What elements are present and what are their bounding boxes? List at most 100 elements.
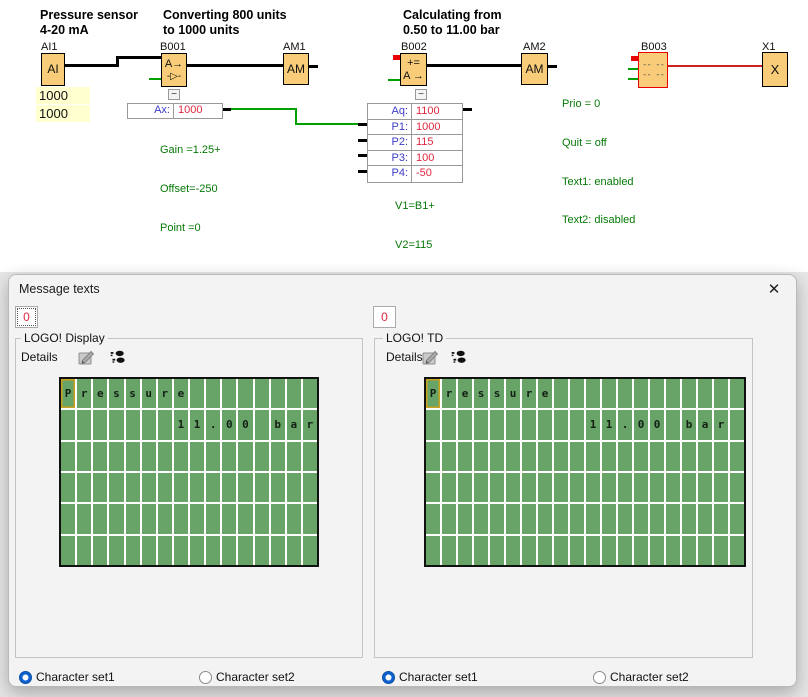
wire-b001-b002-analog[interactable]: [297, 123, 358, 125]
lcd-cell[interactable]: r: [303, 410, 317, 439]
param-value[interactable]: 1100: [412, 104, 462, 119]
lcd-cell[interactable]: .: [206, 410, 220, 439]
tab-message-0-td[interactable]: 0: [373, 306, 396, 328]
edit-icon[interactable]: [422, 349, 440, 365]
param-box-b001[interactable]: Ax: 1000: [127, 103, 223, 119]
lcd-cell[interactable]: u: [142, 379, 156, 408]
lcd-cell[interactable]: [126, 410, 140, 439]
radio-label-display-charset2[interactable]: Character set2: [216, 670, 295, 684]
lcd-cell[interactable]: [490, 504, 504, 533]
lcd-cell[interactable]: s: [490, 379, 504, 408]
lcd-cell[interactable]: [634, 473, 648, 502]
lcd-cell[interactable]: [158, 473, 172, 502]
lcd-cell[interactable]: 0: [634, 410, 648, 439]
lcd-cell[interactable]: [61, 410, 75, 439]
collapse-icon[interactable]: −: [415, 89, 427, 100]
lcd-cell[interactable]: [287, 536, 301, 565]
lcd-cell[interactable]: [271, 379, 285, 408]
lcd-cell[interactable]: [426, 504, 440, 533]
lcd-cell[interactable]: [158, 536, 172, 565]
stub-b003-input[interactable]: [628, 68, 638, 70]
lcd-cell[interactable]: [506, 504, 520, 533]
lcd-cell[interactable]: [602, 504, 616, 533]
comment-pressure-sensor[interactable]: Pressure sensor 4-20 mA: [40, 8, 138, 38]
lcd-cell[interactable]: 0: [238, 410, 252, 439]
lcd-cell[interactable]: [586, 379, 600, 408]
lcd-cell[interactable]: 0: [650, 410, 664, 439]
lcd-cell[interactable]: [222, 536, 236, 565]
lcd-cell[interactable]: [255, 410, 269, 439]
lcd-cell[interactable]: [698, 504, 712, 533]
lcd-cell[interactable]: [206, 504, 220, 533]
lcd-cell[interactable]: [206, 473, 220, 502]
lcd-cell[interactable]: [426, 410, 440, 439]
lcd-cell[interactable]: [570, 442, 584, 471]
radio-label-td-charset2[interactable]: Character set2: [610, 670, 689, 684]
lcd-cell[interactable]: [682, 379, 696, 408]
lcd-cell[interactable]: [650, 536, 664, 565]
lcd-cell[interactable]: [190, 504, 204, 533]
lcd-cell[interactable]: a: [698, 410, 712, 439]
lcd-cell[interactable]: [730, 379, 744, 408]
lcd-cell[interactable]: [666, 504, 680, 533]
param-row[interactable]: P3: 100: [368, 151, 462, 167]
lcd-cell[interactable]: [174, 504, 188, 533]
lcd-cell[interactable]: [93, 504, 107, 533]
lcd-cell[interactable]: [490, 536, 504, 565]
lcd-cell[interactable]: [554, 410, 568, 439]
lcd-cell[interactable]: [618, 379, 632, 408]
lcd-cell[interactable]: [303, 536, 317, 565]
lcd-cell[interactable]: [458, 410, 472, 439]
lcd-cell[interactable]: [490, 410, 504, 439]
lcd-cell[interactable]: [602, 473, 616, 502]
lcd-display-grid[interactable]: Pressure11.00bar: [59, 377, 319, 567]
lcd-cell[interactable]: [222, 473, 236, 502]
lcd-cell[interactable]: [698, 473, 712, 502]
lcd-cell[interactable]: [174, 473, 188, 502]
lcd-cell[interactable]: [506, 410, 520, 439]
lcd-cell[interactable]: [618, 473, 632, 502]
lcd-cell[interactable]: [190, 379, 204, 408]
wire-b003-x1[interactable]: [668, 65, 763, 67]
lcd-cell[interactable]: [271, 536, 285, 565]
lcd-cell[interactable]: [538, 410, 552, 439]
lcd-cell[interactable]: [554, 379, 568, 408]
lcd-cell[interactable]: [142, 536, 156, 565]
lcd-cell[interactable]: 1: [602, 410, 616, 439]
lcd-cell[interactable]: [126, 473, 140, 502]
lcd-cell[interactable]: [474, 504, 488, 533]
lcd-cell[interactable]: [109, 536, 123, 565]
lcd-cell[interactable]: [490, 442, 504, 471]
lcd-cell[interactable]: [490, 473, 504, 502]
lcd-cell[interactable]: [93, 473, 107, 502]
wire-b001-b002-analog[interactable]: [231, 108, 297, 110]
lcd-cell[interactable]: [522, 536, 536, 565]
lcd-cell[interactable]: [61, 536, 75, 565]
lcd-cell[interactable]: [109, 473, 123, 502]
lcd-cell[interactable]: [714, 504, 728, 533]
lcd-cell[interactable]: [586, 473, 600, 502]
lcd-cell[interactable]: [554, 473, 568, 502]
edit-icon[interactable]: [78, 349, 96, 365]
lcd-cell[interactable]: [77, 504, 91, 533]
block-am2[interactable]: AM: [521, 53, 548, 85]
lcd-cursor-cell[interactable]: P: [426, 379, 440, 408]
lcd-cell[interactable]: [522, 442, 536, 471]
lcd-cell[interactable]: [506, 536, 520, 565]
lcd-cell[interactable]: [666, 410, 680, 439]
stub-am2-output[interactable]: [548, 65, 557, 68]
wire-b001-am1[interactable]: [187, 64, 284, 67]
lcd-cell[interactable]: [206, 379, 220, 408]
lcd-cell[interactable]: [714, 442, 728, 471]
param-row[interactable]: P1: 1000: [368, 120, 462, 136]
lcd-cell[interactable]: [238, 473, 252, 502]
lcd-cell[interactable]: [522, 410, 536, 439]
lcd-cell[interactable]: [190, 442, 204, 471]
lcd-cell[interactable]: [586, 536, 600, 565]
lcd-cell[interactable]: [570, 504, 584, 533]
lcd-cell[interactable]: [730, 473, 744, 502]
lcd-cell[interactable]: [271, 442, 285, 471]
lcd-cell[interactable]: 1: [190, 410, 204, 439]
lcd-cell[interactable]: [442, 410, 456, 439]
lcd-cell[interactable]: [303, 473, 317, 502]
